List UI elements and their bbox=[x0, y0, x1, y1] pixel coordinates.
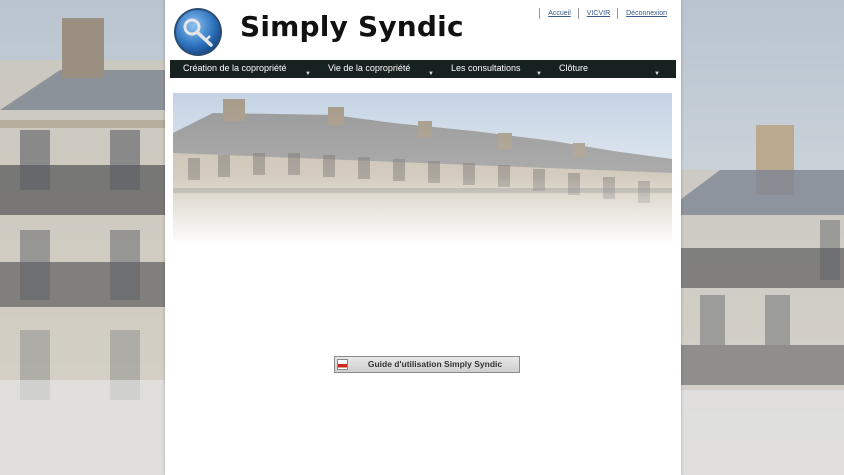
banner-image bbox=[173, 93, 672, 245]
menu-vie-label: Vie de la copropriété bbox=[328, 63, 411, 73]
menu-consultations-label: Les consultations bbox=[451, 63, 521, 73]
background-building-right bbox=[680, 0, 844, 475]
guide-label: Guide d'utilisation Simply Syndic bbox=[367, 359, 503, 369]
menu-vie[interactable]: Vie de la copropriété ▼ bbox=[315, 60, 438, 78]
guide-download-button[interactable]: Guide d'utilisation Simply Syndic bbox=[334, 356, 520, 373]
key-globe-icon[interactable] bbox=[173, 7, 223, 57]
menu-creation[interactable]: Création de la copropriété ▼ bbox=[170, 60, 315, 78]
menu-cloture[interactable]: Clôture ▼ bbox=[546, 60, 664, 78]
chevron-down-icon: ▼ bbox=[305, 71, 311, 77]
background-building-left bbox=[0, 0, 166, 475]
link-vicvir[interactable]: VICVIR bbox=[577, 8, 610, 19]
main-menu: Création de la copropriété ▼ Vie de la c… bbox=[170, 60, 676, 78]
menu-cloture-label: Clôture bbox=[559, 63, 589, 73]
brand-title: Simply Syndic bbox=[240, 10, 464, 43]
top-links: Accueil VICVIR Déconnexion bbox=[532, 8, 667, 19]
link-deconnexion[interactable]: Déconnexion bbox=[617, 8, 667, 19]
chevron-down-icon: ▼ bbox=[654, 71, 660, 77]
main-page: Simply Syndic Accueil VICVIR Déconnexion… bbox=[165, 0, 681, 475]
chevron-down-icon: ▼ bbox=[536, 71, 542, 77]
link-accueil[interactable]: Accueil bbox=[539, 8, 571, 19]
chevron-down-icon: ▼ bbox=[428, 71, 434, 77]
menu-consultations[interactable]: Les consultations ▼ bbox=[438, 60, 546, 78]
menu-creation-label: Création de la copropriété bbox=[183, 63, 287, 73]
